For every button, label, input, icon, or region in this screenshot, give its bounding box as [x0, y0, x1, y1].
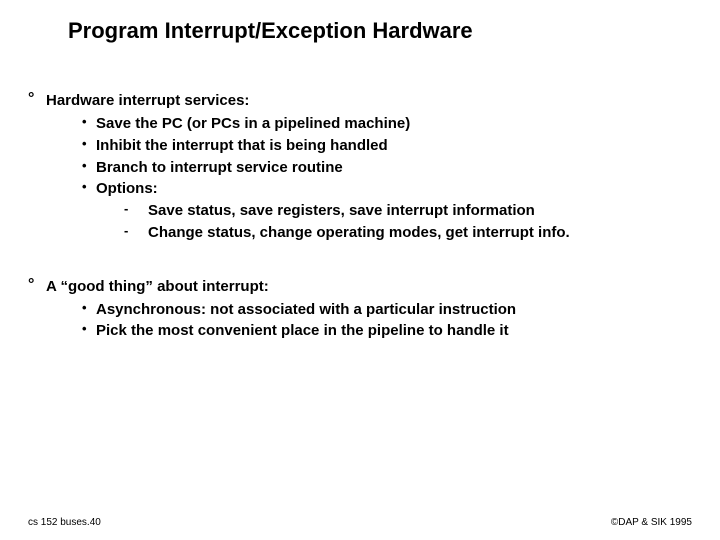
section-lead: Hardware interrupt services: — [28, 92, 692, 109]
list-item-label: Options: — [96, 180, 158, 197]
list-item: Inhibit the interrupt that is being hand… — [82, 135, 692, 157]
footer: cs 152 buses.40 ©DAP & SIK 1995 — [28, 517, 692, 528]
section-0: Hardware interrupt services: Save the PC… — [28, 92, 692, 244]
list-item: Options: Save status, save registers, sa… — [82, 178, 692, 243]
list-item: Save status, save registers, save interr… — [124, 200, 692, 222]
footer-right: ©DAP & SIK 1995 — [611, 517, 692, 528]
page-title: Program Interrupt/Exception Hardware — [68, 18, 692, 44]
list-item: Branch to interrupt service routine — [82, 157, 692, 179]
section-1: A “good thing” about interrupt: Asynchro… — [28, 278, 692, 343]
list-item: Pick the most convenient place in the pi… — [82, 320, 692, 342]
slide: Program Interrupt/Exception Hardware Har… — [0, 0, 720, 540]
bullet-list: Save the PC (or PCs in a pipelined machi… — [28, 113, 692, 244]
bullet-list: Asynchronous: not associated with a part… — [28, 299, 692, 343]
list-item: Save the PC (or PCs in a pipelined machi… — [82, 113, 692, 135]
section-lead: A “good thing” about interrupt: — [28, 278, 692, 295]
list-item: Asynchronous: not associated with a part… — [82, 299, 692, 321]
list-item: Change status, change operating modes, g… — [124, 222, 692, 244]
footer-left: cs 152 buses.40 — [28, 517, 101, 528]
sub-bullet-list: Save status, save registers, save interr… — [96, 200, 692, 244]
